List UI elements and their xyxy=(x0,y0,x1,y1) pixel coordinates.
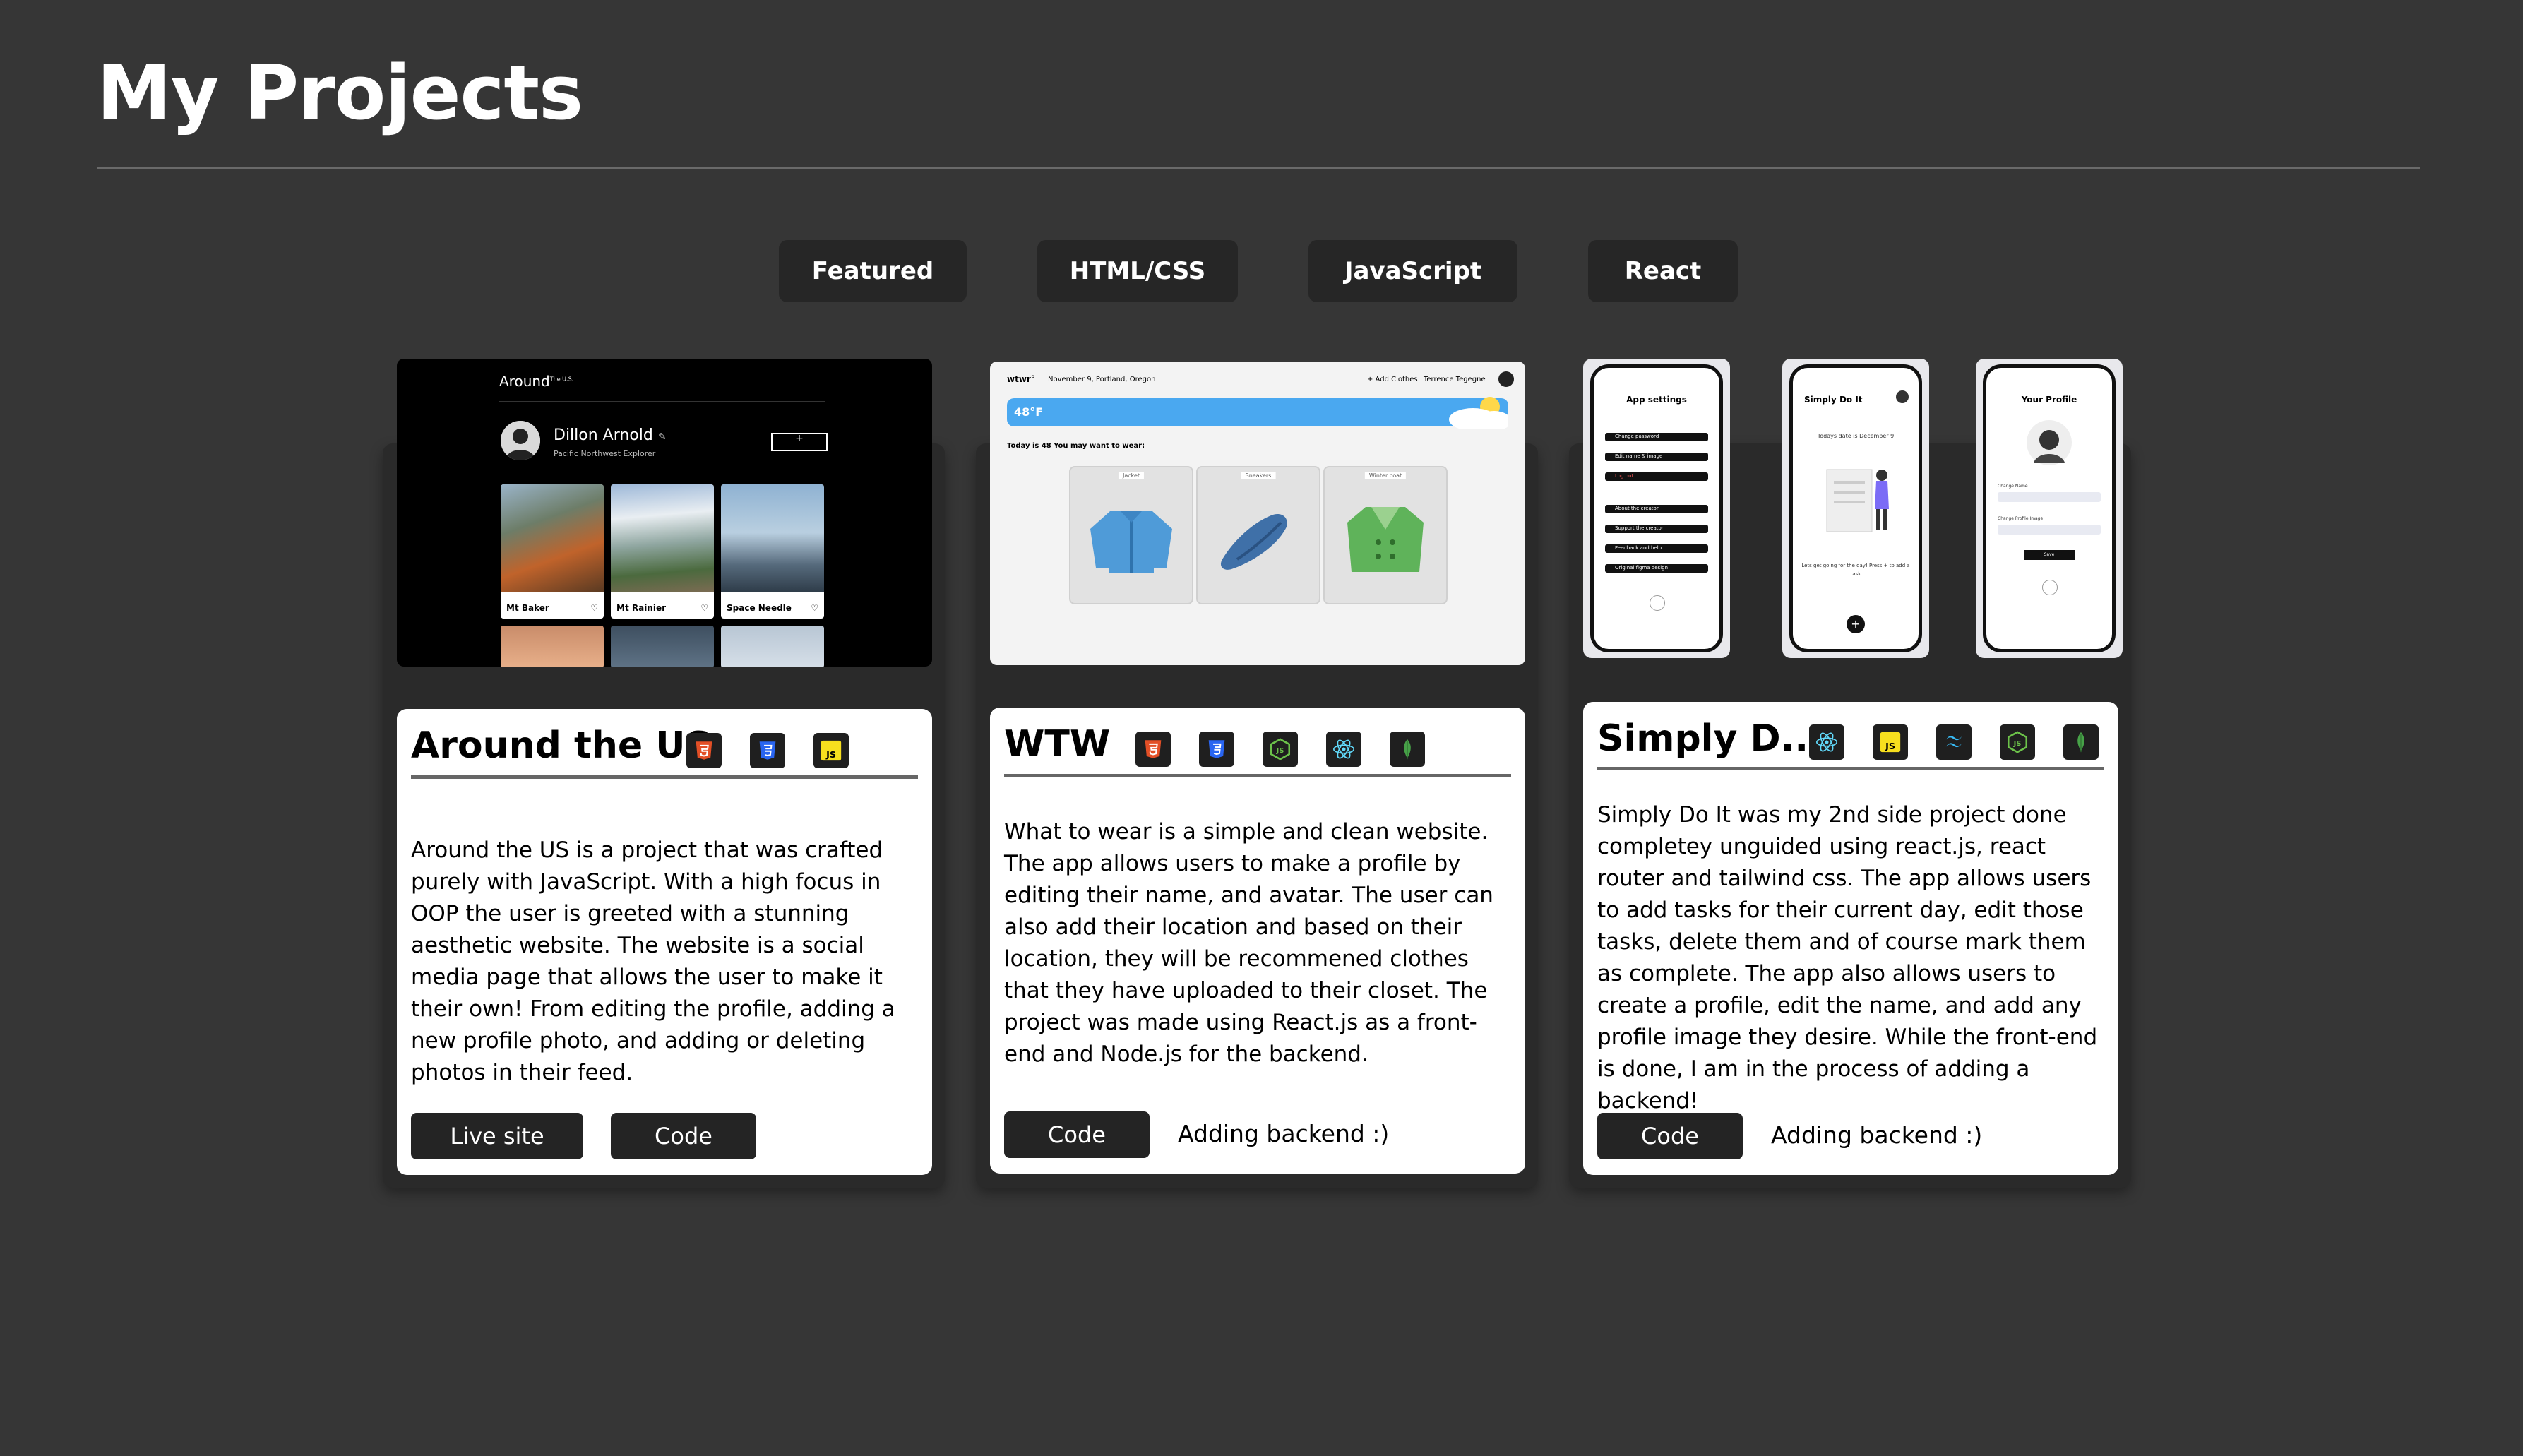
photo-card xyxy=(501,626,604,667)
heart-icon: ♡ xyxy=(700,603,708,613)
project-card-simply-do-it: Simply D... JS JS Simply Do It was my 2n… xyxy=(1583,702,2118,1175)
css3-icon xyxy=(750,733,785,768)
profile-subtitle: Pacific Northwest Explorer xyxy=(554,449,656,458)
photo-card: Space Needle ♡ xyxy=(721,484,824,619)
preview-add-clothes: + Add Clothes xyxy=(1367,376,1418,383)
photo-card xyxy=(611,626,714,667)
save-button: Save xyxy=(2024,550,2075,560)
project-preview-around-the-us[interactable]: AroundThe U.S. Dillon Arnold ✎ Pacific N… xyxy=(397,359,932,667)
avatar xyxy=(2027,420,2072,465)
preview-logo: AroundThe U.S. xyxy=(499,373,574,390)
svg-text:JS: JS xyxy=(825,750,836,760)
project-preview-profile-screen[interactable]: Your Profile Change Name Change Profile … xyxy=(1976,359,2123,658)
settings-item: Feedback and help xyxy=(1605,544,1708,553)
project-description: Simply Do It was my 2nd side project don… xyxy=(1597,802,2098,1114)
sun-cloud-icon xyxy=(1449,397,1508,429)
code-button[interactable]: Code xyxy=(611,1113,756,1159)
mongodb-icon xyxy=(2063,724,2099,760)
javascript-icon: JS xyxy=(1873,724,1908,760)
clothing-card: Sneakers xyxy=(1196,466,1320,604)
card-title-divider xyxy=(1597,767,2104,770)
title-divider xyxy=(97,167,2420,169)
project-description: Around the US is a project that was craf… xyxy=(411,837,895,1085)
css3-icon xyxy=(1199,732,1234,767)
project-card-wtw: WTW JS What to wear is a simple and clea… xyxy=(990,708,1525,1174)
todo-date: Todays date is December 9 xyxy=(1817,433,1895,439)
project-description: What to wear is a simple and clean websi… xyxy=(1004,819,1493,1067)
settings-item: About the creator xyxy=(1605,505,1708,513)
task-illustration-icon xyxy=(1826,469,1889,532)
filter-html-css[interactable]: HTML/CSS xyxy=(1037,240,1238,302)
code-button[interactable]: Code xyxy=(1004,1111,1150,1158)
screen-title: Your Profile xyxy=(2021,395,2077,405)
code-button[interactable]: Code xyxy=(1597,1113,1743,1159)
todo-message: Lets get going for the day! Press + to a… xyxy=(1801,563,1910,577)
tailwind-icon xyxy=(1936,724,1972,760)
html5-icon xyxy=(1135,732,1171,767)
status-note: Adding backend :) xyxy=(1771,1121,1983,1149)
project-title: Around the US xyxy=(411,724,712,767)
react-icon xyxy=(1809,724,1844,760)
settings-item: Support the creator xyxy=(1605,525,1708,533)
preview-user-name: Terrence Tegegne xyxy=(1424,376,1486,383)
photo-card: Mt Rainier ♡ xyxy=(611,484,714,619)
weather-banner: 48°F xyxy=(1007,397,1508,429)
project-preview-wtw[interactable]: wtwr° November 9, Portland, Oregon + Add… xyxy=(990,362,1525,665)
jacket-icon xyxy=(1090,511,1172,573)
name-input xyxy=(1998,492,2101,502)
field-label: Change Profile Image xyxy=(1998,516,2044,521)
avatar xyxy=(501,421,540,460)
home-icon xyxy=(1650,595,1665,611)
project-card-around-the-us: Around the US JS Around the US is a proj… xyxy=(397,709,932,1175)
settings-item: Log out xyxy=(1605,472,1708,481)
home-icon xyxy=(2042,580,2058,595)
html5-icon xyxy=(686,733,722,768)
nodejs-icon: JS xyxy=(2000,724,2035,760)
react-icon xyxy=(1326,732,1361,767)
project-preview-todo-screen[interactable]: Simply Do It Todays date is December 9 L… xyxy=(1782,359,1929,658)
clothing-card: Winter coat xyxy=(1323,466,1448,604)
preview-suggestion: Today is 48 You may want to wear: xyxy=(1007,442,1145,450)
photo-card xyxy=(721,626,824,667)
project-preview-settings-screen[interactable]: App settings Change password Edit name &… xyxy=(1583,359,1730,658)
add-task-icon: + xyxy=(1847,615,1865,633)
preview-divider xyxy=(499,401,825,402)
live-site-button[interactable]: Live site xyxy=(411,1113,583,1159)
settings-item: Change password xyxy=(1605,433,1708,441)
screen-title: App settings xyxy=(1626,395,1687,405)
project-title: WTW xyxy=(1004,723,1111,765)
avatar xyxy=(1498,371,1514,387)
settings-item: Original figma design xyxy=(1605,564,1708,573)
winter-coat-icon xyxy=(1347,507,1424,572)
card-title-divider xyxy=(1004,774,1511,777)
svg-text:JS: JS xyxy=(1885,741,1895,752)
settings-item: Edit name & image xyxy=(1605,453,1708,461)
field-label: Change Name xyxy=(1998,484,2028,489)
mongodb-icon xyxy=(1390,732,1425,767)
filter-featured[interactable]: Featured xyxy=(779,240,967,302)
project-title: Simply D... xyxy=(1597,717,1823,760)
image-input xyxy=(1998,525,2101,535)
photo-card: Mt Baker ♡ xyxy=(501,484,604,619)
heart-icon: ♡ xyxy=(590,603,598,613)
avatar xyxy=(1896,390,1909,403)
preview-date-location: November 9, Portland, Oregon xyxy=(1048,376,1156,383)
add-photo-button: + xyxy=(771,433,828,451)
preview-logo: wtwr° xyxy=(1007,374,1035,384)
heart-icon: ♡ xyxy=(811,603,818,613)
clothing-card: Jacket xyxy=(1069,466,1193,604)
svg-text:JS: JS xyxy=(2013,740,2022,748)
card-title-divider xyxy=(411,775,918,779)
svg-text:JS: JS xyxy=(1276,747,1284,755)
filter-javascript[interactable]: JavaScript xyxy=(1308,240,1517,302)
filter-react[interactable]: React xyxy=(1588,240,1738,302)
javascript-icon: JS xyxy=(813,733,849,768)
nodejs-icon: JS xyxy=(1263,732,1298,767)
profile-name: Dillon Arnold ✎ xyxy=(554,426,667,444)
status-note: Adding backend :) xyxy=(1178,1120,1390,1147)
page-title: My Projects xyxy=(97,49,583,136)
sneaker-icon xyxy=(1220,513,1287,570)
